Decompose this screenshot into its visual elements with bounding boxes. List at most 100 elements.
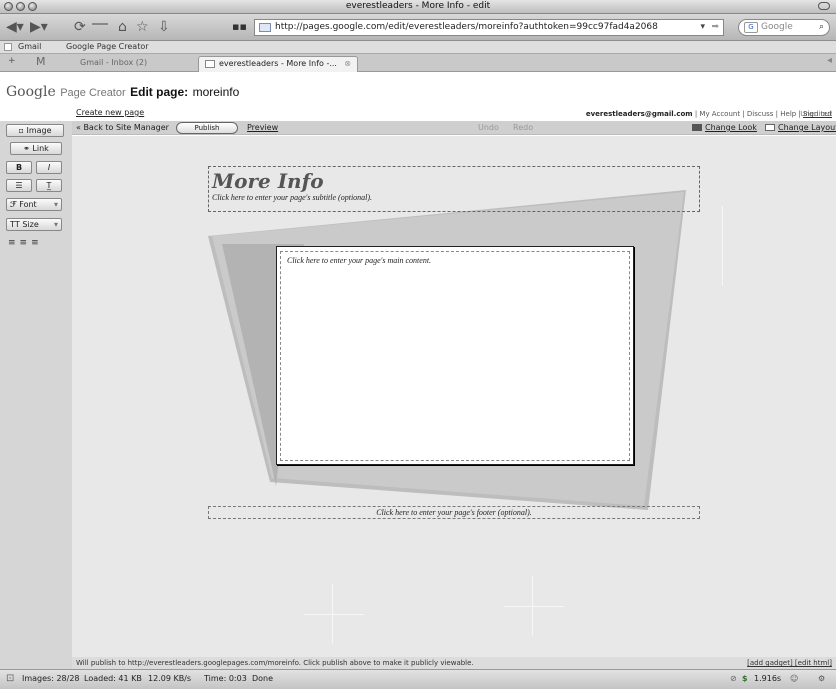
chevron-down-icon: ▾ [53,200,58,209]
publish-note-bar: Will publish to http://everestleaders.go… [72,657,836,669]
page-title-block[interactable]: More Info Click here to enter your page'… [208,166,700,212]
go-arrow-icon[interactable]: ➡ [711,20,719,35]
security-icon[interactable]: ⊘ [730,670,737,688]
smiley-icon[interactable]: ☺ [790,670,798,688]
back-to-site-manager-link[interactable]: « Back to Site Manager [76,121,169,135]
back-arrow-icon[interactable]: ◀▾ [6,19,24,35]
align-left-icon[interactable]: ≡ [8,238,20,248]
user-email: everestleaders@gmail.com [585,110,693,118]
page-tab-icon [205,60,215,68]
app-header: Google Page Creator Edit page: moreinfo … [0,72,836,118]
timer-icon: $ [742,674,748,683]
align-right-icon[interactable]: ≡ [31,238,43,248]
font-size-icon: ꓔT [10,220,23,229]
tab-label: Gmail - Inbox (2) [80,58,148,67]
search-placeholder: Google [761,22,793,32]
bookmark-mail-icon [4,43,12,51]
app-logo[interactable]: Google Page Creator Edit page: moreinfo [6,84,239,100]
window-titlebar: everestleaders - More Info - edit [0,0,836,14]
search-engine-icon[interactable]: G [744,22,758,33]
downloads-icon[interactable]: ⇩ [158,19,170,35]
change-look-link[interactable]: Change Look [692,121,757,135]
navigation-toolbar: ◀▾ ▶▾ ⟳ ⌂ ☆ ⇩ ▪▪ http://pages.google.com… [0,14,836,41]
align-center-icon[interactable]: ≡ [20,238,32,248]
status-icon: ⊡ [6,673,15,684]
font-dropdown[interactable]: ℱ Font ▾ [6,198,62,211]
text-color-button[interactable]: T̲ [36,179,62,192]
images-count: Images: 28/28 [22,674,80,683]
main-content-text[interactable]: Click here to enter your page's main con… [280,251,630,461]
text-color-icon: T̲ [46,181,52,190]
settings-icon[interactable]: ⚙ [818,670,825,688]
site-identity-icon[interactable]: ▪▪ [232,19,247,35]
change-layout-link[interactable]: Change Layout [765,121,836,135]
bookmark-page-creator[interactable]: Google Page Creator [66,41,149,53]
editor-toolbar: « Back to Site Manager Publish Preview U… [72,121,836,135]
loaded-size: Loaded: 41 KB [84,674,142,683]
close-tab-icon[interactable]: ⊗ [344,57,351,71]
home-icon[interactable]: ⌂ [118,19,127,35]
bullet-list-button[interactable]: ☰ [6,179,32,192]
create-new-page-link[interactable]: Create new page [76,108,144,117]
tab-bar: + M Gmail - Inbox (2) everestleaders - M… [0,54,836,72]
reload-icon[interactable]: ⟳ [74,19,86,35]
status-bar: ⊡ Images: 28/28 Loaded: 41 KB 12.09 KB/s… [0,669,836,689]
size-label: Size [22,220,39,229]
account-links[interactable]: | My Account | Discuss | Help | [693,110,803,118]
insert-image-button[interactable]: ▫ Image [6,124,64,137]
tab-everestleaders[interactable]: everestleaders - More Info -... ⊗ [198,56,358,72]
product-name: Page Creator [60,87,126,99]
page-name: moreinfo [192,85,240,99]
main-content-area[interactable]: Click here to enter your page's main con… [276,246,634,465]
save-status: Unedited [800,110,832,118]
page-footer[interactable]: Click here to enter your page's footer (… [208,506,700,519]
new-tab-icon[interactable]: + [8,56,16,66]
italic-button[interactable]: I [36,161,62,174]
bookmark-icon[interactable]: ☆ [136,19,149,35]
page-title[interactable]: More Info [212,169,324,193]
page-timer: 1.916s [754,674,782,683]
font-label: Font [19,200,37,209]
edit-page-label: Edit page: [130,85,189,99]
bold-button[interactable]: B [6,161,32,174]
gmail-tab-icon: M [36,55,46,68]
gadget-html-links[interactable]: [add gadget] [edit html] [747,657,832,669]
stop-icon[interactable] [92,23,108,25]
chevron-down-icon: ▾ [53,220,58,229]
toolbar-toggle-button[interactable] [818,2,830,10]
publish-note: Will publish to http://everestleaders.go… [76,659,474,667]
tab-list-icon[interactable]: ◂ [827,55,832,66]
load-status: Done [252,674,274,683]
search-input[interactable]: G Google ⌕ [738,19,830,36]
undo-button[interactable]: Undo [478,121,499,135]
load-time: Time: 0:03 [204,674,247,683]
page-subtitle[interactable]: Click here to enter your page's subtitle… [212,193,372,202]
forward-arrow-icon[interactable]: ▶▾ [30,19,48,35]
page-canvas: More Info Click here to enter your page'… [72,136,836,657]
load-speed: 12.09 KB/s [148,674,192,683]
tab-label: everestleaders - More Info -... [219,59,337,68]
address-bar[interactable]: http://pages.google.com/edit/everestlead… [254,19,724,36]
font-icon: ℱ [10,200,20,209]
change-layout-label: Change Layout [778,123,836,132]
tab-gmail-inbox[interactable]: Gmail - Inbox (2) [60,56,190,72]
alignment-buttons[interactable]: ≡≡≡ [8,238,43,248]
bookmark-gmail[interactable]: Gmail [18,41,41,53]
publish-button[interactable]: Publish [176,122,238,134]
insert-link-button[interactable]: ⚭ Link [10,142,62,155]
url-dropdown-icon[interactable]: ▾ [700,20,705,35]
change-look-label: Change Look [705,123,757,132]
link-label: Link [32,144,49,153]
url-text: http://pages.google.com/edit/everestlead… [275,22,658,32]
formatting-sidebar: ▫ Image ⚭ Link B I ☰ T̲ ℱ Font ▾ ꓔT Size ▾… [0,121,72,657]
bullet-list-icon: ☰ [15,181,23,190]
redo-button[interactable]: Redo [513,121,533,135]
search-icon[interactable]: ⌕ [819,20,824,35]
sidebar-bottom [0,657,72,669]
preview-link[interactable]: Preview [247,121,278,135]
bookmarks-bar: Gmail Google Page Creator [0,41,836,54]
size-dropdown[interactable]: ꓔT Size ▾ [6,218,62,231]
user-links: everestleaders@gmail.com | My Account | … [586,110,832,118]
palette-icon [692,124,702,131]
window-title: everestleaders - More Info - edit [345,1,491,11]
